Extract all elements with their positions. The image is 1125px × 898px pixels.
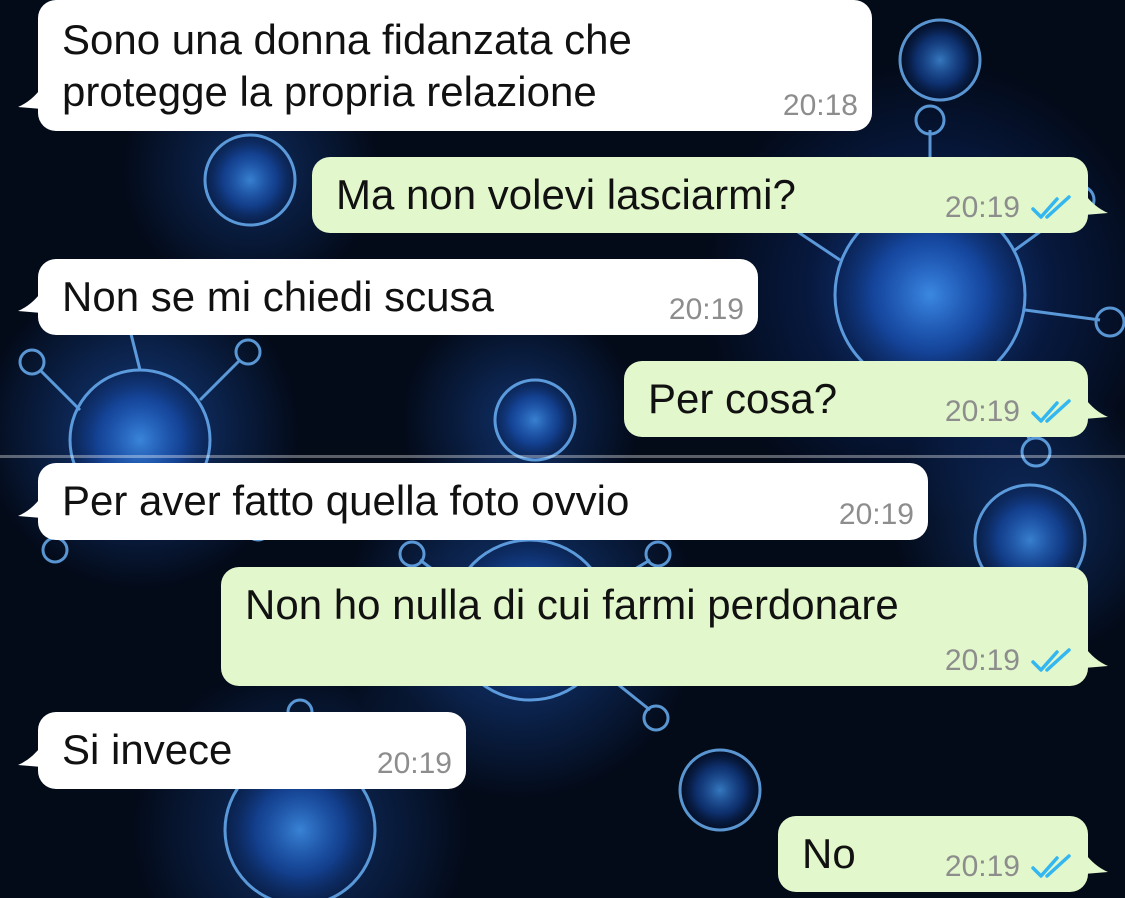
double-check-read-icon [1031,648,1071,672]
message-bubble-outgoing[interactable]: Ma non volevi lasciarmi? 20:19 [312,157,1108,233]
message-text: Non ho nulla di cui farmi perdonare [245,581,899,628]
double-check-read-icon [1031,195,1071,219]
message-text: Sono una donna fidanzata che [62,16,632,63]
double-check-read-icon [1031,854,1071,878]
message-time: 20:19 [944,850,1020,883]
bubble-tail [1084,852,1108,874]
message-time: 20:18 [782,89,858,122]
message-bubble-incoming[interactable]: Non se mi chiedi scusa 20:19 [18,259,758,335]
double-check-read-icon [1031,399,1071,423]
message-text: Per aver fatto quella foto ovvio [62,477,630,524]
bubble-tail [1084,397,1108,419]
bubble-tail [18,87,42,109]
bubble-tail [18,745,42,767]
bubble-tail [1084,646,1108,668]
message-bubble-incoming[interactable]: Si invece 20:19 [18,712,466,789]
message-bubble-outgoing[interactable]: No 20:19 [778,816,1108,892]
message-text: Non se mi chiedi scusa [62,273,494,320]
message-bubble-incoming[interactable]: Sono una donna fidanzata che protegge la… [18,0,872,131]
message-time: 20:19 [944,191,1020,224]
message-time: 20:19 [944,644,1020,677]
message-bubble-incoming[interactable]: Per aver fatto quella foto ovvio 20:19 [18,463,928,540]
message-time: 20:19 [838,498,914,531]
screenshot-seam [0,455,1125,458]
bubble-tail [1084,193,1108,215]
message-time: 20:19 [944,395,1020,428]
message-bubble-outgoing[interactable]: Per cosa? 20:19 [624,361,1108,437]
message-bubble-outgoing[interactable]: Non ho nulla di cui farmi perdonare 20:1… [221,567,1108,686]
message-time: 20:19 [376,747,452,780]
message-time: 20:19 [668,293,744,326]
message-text: protegge la propria relazione [62,68,597,115]
bubble-tail [18,291,42,313]
bubble-tail [18,496,42,518]
